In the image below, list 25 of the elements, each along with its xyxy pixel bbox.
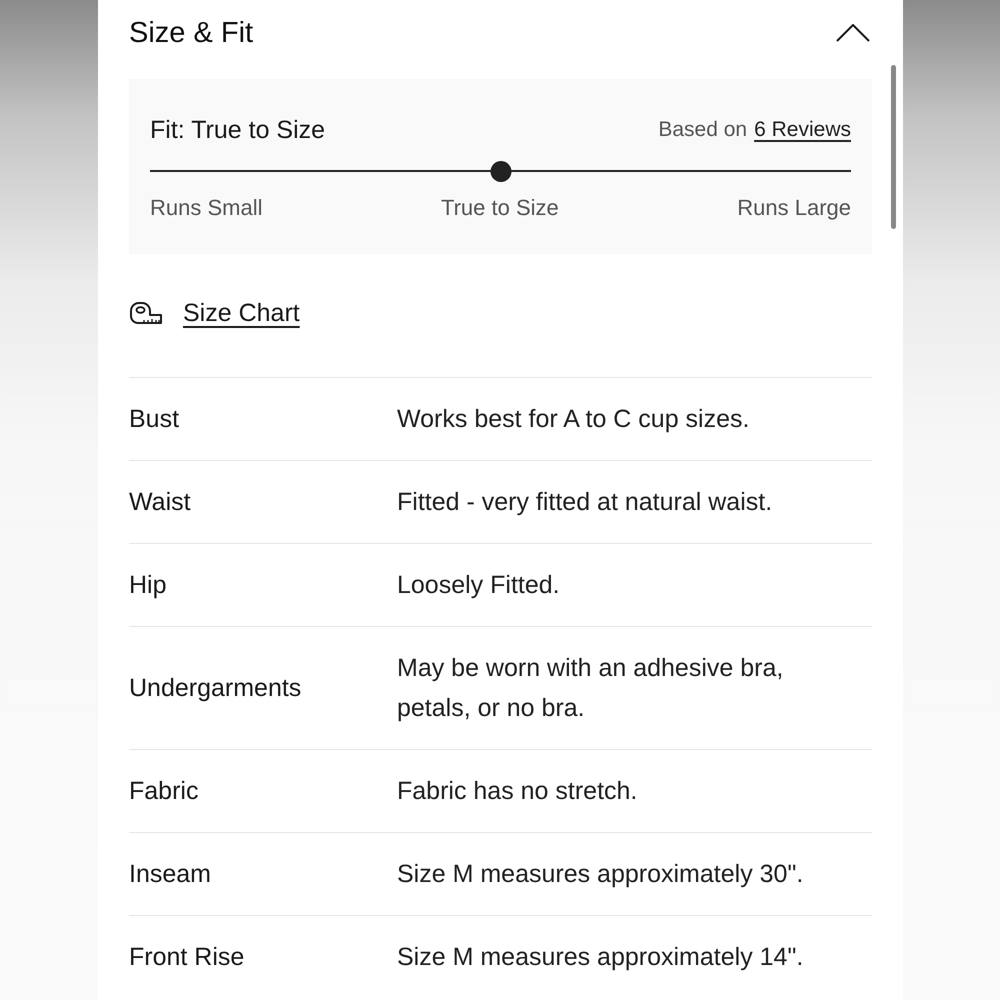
- fit-title: Fit: True to Size: [150, 115, 326, 145]
- detail-label: Fabric: [129, 776, 200, 807]
- detail-value: Size M measures approximately 30".: [397, 859, 804, 890]
- reviews-link[interactable]: 6 Reviews: [754, 115, 851, 145]
- detail-label: Bust: [129, 404, 180, 435]
- tape-measure-icon: [129, 301, 163, 325]
- detail-value: May be worn with an adhesive bra, petals, or no bra.: [397, 653, 784, 724]
- scrollbar[interactable]: [891, 65, 896, 229]
- scale-label: Runs Small: [150, 195, 262, 221]
- section-title: Size & Fit: [129, 16, 254, 50]
- detail-value: Fabric has no stretch.: [397, 776, 638, 807]
- chevron-up-icon[interactable]: [836, 24, 870, 42]
- scale-label: Runs Large: [737, 195, 851, 221]
- based-on-label: Based on: [658, 117, 748, 143]
- size-chart-link[interactable]: Size Chart: [183, 298, 300, 328]
- detail-label: Inseam: [129, 859, 212, 890]
- detail-value: Fitted - very fitted at natural waist.: [397, 487, 774, 518]
- detail-value: Size M measures approximately 14".: [397, 942, 804, 973]
- detail-label: Undergarments: [129, 673, 302, 704]
- detail-value: Loosely Fitted.: [397, 570, 561, 601]
- scale-label: True to Size: [440, 195, 559, 221]
- detail-label: Waist: [129, 487, 192, 518]
- detail-value: Works best for A to C cup sizes.: [397, 404, 750, 435]
- detail-label: Front Rise: [129, 942, 246, 973]
- detail-label: Hip: [129, 570, 168, 601]
